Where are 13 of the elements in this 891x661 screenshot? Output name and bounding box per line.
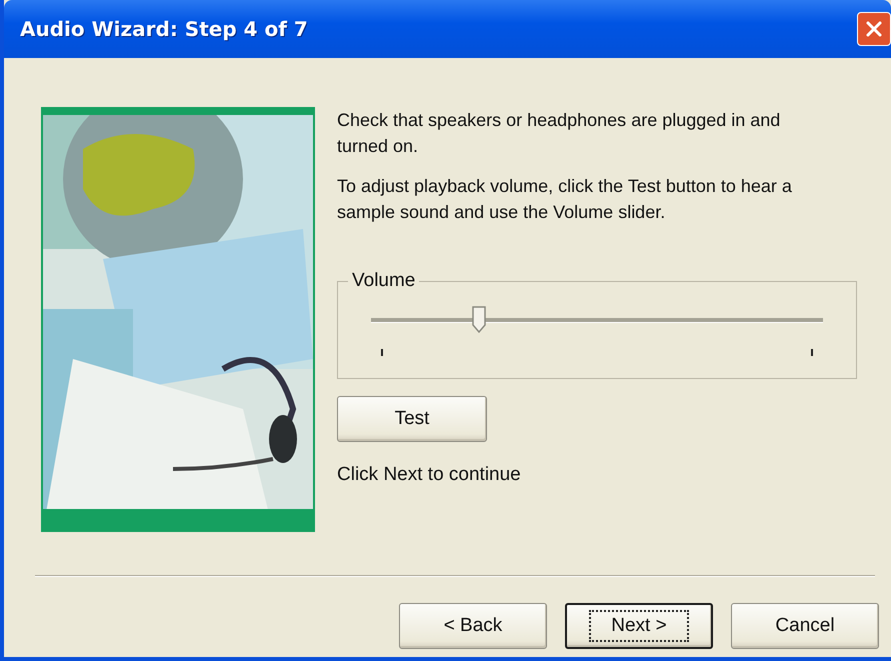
wizard-button[interactable]: Next >: [565, 603, 713, 649]
tick-mark: [381, 349, 383, 356]
wizard-button[interactable]: Cancel: [731, 603, 879, 649]
slider-thumb[interactable]: [472, 306, 486, 334]
close-button[interactable]: [857, 12, 891, 46]
test-button[interactable]: Test: [337, 396, 487, 442]
instruction-text: Check that speakers or headphones are plugged in and turned on.: [337, 109, 782, 158]
close-icon: [864, 19, 884, 39]
wizard-button[interactable]: < Back: [399, 603, 547, 649]
window-title: Audio Wizard: Step 4 of 7: [20, 17, 308, 41]
hint-text: Click Next to continue: [337, 464, 522, 486]
instruction-text: To adjust playback volume, click the Test button to hear a sample sound and use the Volume slider.: [337, 175, 793, 224]
tick-mark: [811, 349, 813, 356]
